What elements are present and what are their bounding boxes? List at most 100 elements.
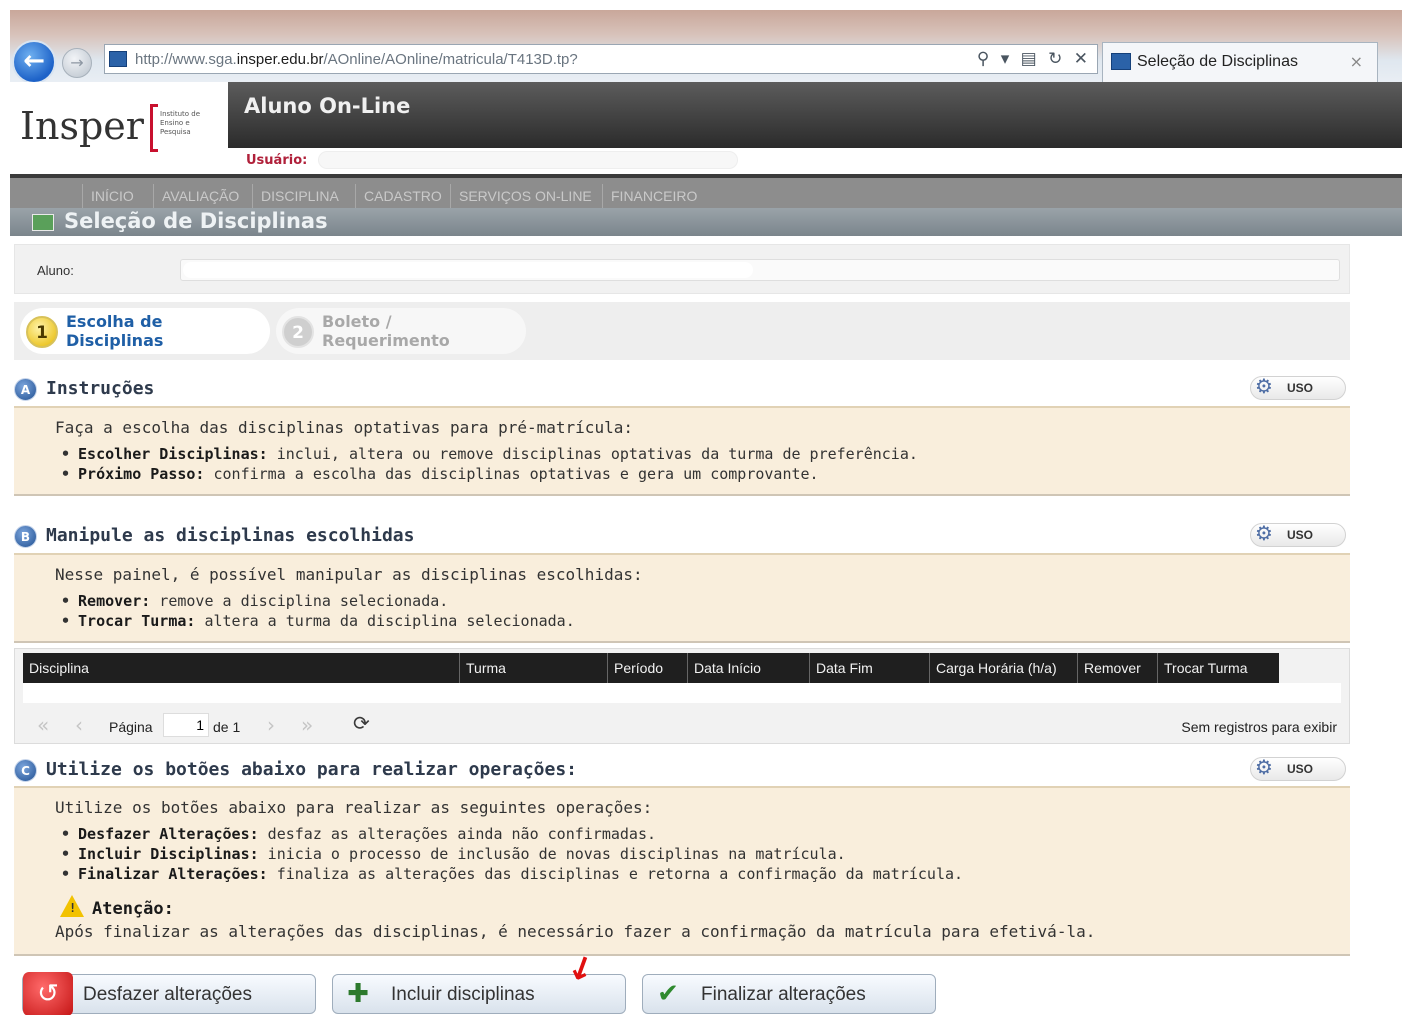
section-a-panel: Faça a escolha das disciplinas optativas… [14, 406, 1350, 496]
list-item: • Próximo Passo: confirma a escolha das d… [61, 465, 819, 483]
page-of-label: de 1 [213, 719, 241, 735]
site-header: Insper Instituto de Ensino e Pesquisa Al… [10, 82, 1402, 174]
nav-item-inicio[interactable]: INÍCIO [82, 184, 142, 208]
browser-chrome: ← → http://www.sga.insper.edu.br/AOnline… [10, 10, 1402, 84]
tab-close-icon[interactable]: × [1350, 52, 1363, 71]
nav-item-cadastro[interactable]: CADASTRO [355, 184, 450, 208]
page-title-icon [32, 214, 54, 231]
nav-item-disciplina[interactable]: DISCIPLINA [252, 184, 347, 208]
section-c-panel: Utilize os botões abaixo para realizar a… [14, 786, 1350, 956]
page-title: Seleção de Disciplinas [64, 209, 328, 233]
app-title: Aluno On-Line [244, 94, 411, 118]
finalize-button-label: Finalizar alterações [701, 984, 866, 1005]
step-number: 1 [26, 316, 58, 348]
grid-empty-message: Sem registros para exibir [1181, 719, 1337, 735]
page-number-input[interactable]: 1 [163, 713, 209, 737]
refresh-icon[interactable]: ⟳ [353, 711, 370, 735]
tab-title: Seleção de Disciplinas [1137, 53, 1298, 70]
section-b-title: Manipule as disciplinas escolhidas [46, 525, 415, 546]
app-topbar: Aluno On-Line [228, 82, 1402, 148]
column-header-turma[interactable]: Turma [459, 653, 607, 683]
section-c-title: Utilize os botões abaixo para realizar o… [46, 759, 578, 780]
list-item: • Incluir Disciplinas: inicia o processo … [61, 845, 846, 863]
disciplinas-grid: Disciplina Turma Período Data Início Dat… [14, 648, 1350, 744]
section-a-list: • Escolher Disciplinas: inclui, altera ou… [61, 444, 918, 484]
list-item: • Remover: remove a disciplina selecionad… [61, 592, 449, 610]
uso-button[interactable]: ⚙ USO [1250, 755, 1346, 781]
add-course-icon: ✚ [347, 979, 369, 1009]
last-page-icon[interactable]: » [301, 713, 313, 737]
undo-icon: ↺ [23, 972, 73, 1015]
nav-item-financeiro[interactable]: FINANCEIRO [602, 184, 705, 208]
student-name-field [180, 259, 1340, 281]
back-arrow-icon[interactable]: ← [12, 40, 56, 84]
browser-tab[interactable]: Seleção de Disciplinas × [1102, 42, 1378, 82]
list-item: • Trocar Turma: altera a turma da discipl… [61, 612, 575, 630]
wizard-steps: 1 Escolha de Disciplinas 2 Boleto / Requer… [14, 302, 1350, 360]
section-a-title: Instruções [46, 378, 155, 399]
user-bar: Usuário: [228, 148, 1402, 174]
user-label: Usuário: [246, 153, 308, 168]
section-manipule-header: B Manipule as disciplinas escolhidas ⚙ US… [14, 521, 1350, 549]
section-c-list: • Desfazer Alterações: desfaz as alteraçõ… [61, 824, 963, 884]
step-number: 2 [282, 316, 314, 348]
section-operacoes-header: C Utilize os botões abaixo para realizar… [14, 755, 1350, 783]
section-instrucoes-header: A Instruções ⚙ USO [14, 374, 1350, 402]
main-nav: INÍCIO AVALIAÇÃO DISCIPLINA CADASTRO SER… [10, 174, 1402, 210]
section-c-intro: Utilize os botões abaixo para realizar a… [55, 798, 653, 817]
next-page-icon[interactable]: › [267, 713, 275, 737]
section-a-badge: A [14, 378, 37, 401]
column-header-disciplina[interactable]: Disciplina [23, 653, 459, 683]
undo-changes-button[interactable]: ↺ Desfazer alterações [22, 972, 316, 1015]
student-row: Aluno: [14, 244, 1350, 294]
finalize-changes-button[interactable]: ✔ Finalizar alterações [642, 974, 936, 1014]
forward-arrow-icon[interactable]: → [62, 48, 92, 78]
student-name-fill [183, 262, 753, 278]
uso-button[interactable]: ⚙ USO [1250, 521, 1346, 547]
section-b-panel: Nesse painel, é possível manipular as di… [14, 553, 1350, 643]
address-tools[interactable]: ⚲ ▾ ▤ ↻ ✕ [977, 49, 1091, 69]
gear-icon: ⚙ [1255, 521, 1273, 545]
uso-label: USO [1287, 528, 1314, 542]
list-item: • Finalizar Alterações: finaliza as alter… [61, 865, 964, 883]
grid-pager: « ‹ Página 1 de 1 › » ⟳ Sem registros pa… [23, 707, 1341, 741]
attention-note: Após finalizar as alterações das discipl… [55, 922, 1096, 941]
uso-button[interactable]: ⚙ USO [1250, 374, 1346, 400]
grid-body [23, 683, 1341, 703]
tab-favicon-icon [1111, 53, 1131, 70]
column-header-data-inicio[interactable]: Data Início [687, 653, 809, 683]
include-button-label: Incluir disciplinas [391, 984, 535, 1005]
address-url[interactable]: http://www.sga.insper.edu.br/AOnline/AOn… [135, 51, 578, 68]
step-escolha[interactable]: 1 Escolha de Disciplinas [20, 308, 270, 354]
page: ← → http://www.sga.insper.edu.br/AOnline… [0, 0, 1402, 1015]
page-title-bar: Seleção de Disciplinas [10, 208, 1402, 236]
list-item: • Escolher Disciplinas: inclui, altera ou… [61, 445, 918, 463]
first-page-icon[interactable]: « [37, 713, 49, 737]
uso-label: USO [1287, 381, 1314, 395]
logo-institute: Instituto de Ensino e Pesquisa [160, 110, 201, 136]
nav-item-avaliacao[interactable]: AVALIAÇÃO [153, 184, 247, 208]
column-header-trocar-turma[interactable]: Trocar Turma [1157, 653, 1279, 683]
uso-label: USO [1287, 762, 1314, 776]
student-label: Aluno: [37, 263, 74, 278]
logo-bracket [150, 104, 158, 152]
logo-text: Insper [20, 104, 144, 148]
insper-logo[interactable]: Insper Instituto de Ensino e Pesquisa [20, 98, 220, 158]
column-header-remover[interactable]: Remover [1077, 653, 1157, 683]
step-label: Boleto / Requerimento [322, 312, 450, 350]
gear-icon: ⚙ [1255, 374, 1273, 398]
warning-icon: ! [60, 895, 84, 917]
finalize-check-icon: ✔ [657, 979, 679, 1009]
column-header-periodo[interactable]: Período [607, 653, 687, 683]
column-header-carga-horaria[interactable]: Carga Horária (h/a) [929, 653, 1077, 683]
section-b-list: • Remover: remove a disciplina selecionad… [61, 591, 575, 631]
user-name-field [318, 151, 738, 169]
step-boleto[interactable]: 2 Boleto / Requerimento [276, 308, 526, 354]
prev-page-icon[interactable]: ‹ [75, 713, 83, 737]
undo-button-label: Desfazer alterações [83, 984, 252, 1005]
section-b-intro: Nesse painel, é possível manipular as di… [55, 565, 643, 584]
nav-item-servicos[interactable]: SERVIÇOS ON-LINE [450, 184, 600, 208]
address-bar[interactable]: http://www.sga.insper.edu.br/AOnline/AOn… [104, 44, 1098, 74]
section-b-badge: B [14, 525, 37, 548]
column-header-data-fim[interactable]: Data Fim [809, 653, 929, 683]
